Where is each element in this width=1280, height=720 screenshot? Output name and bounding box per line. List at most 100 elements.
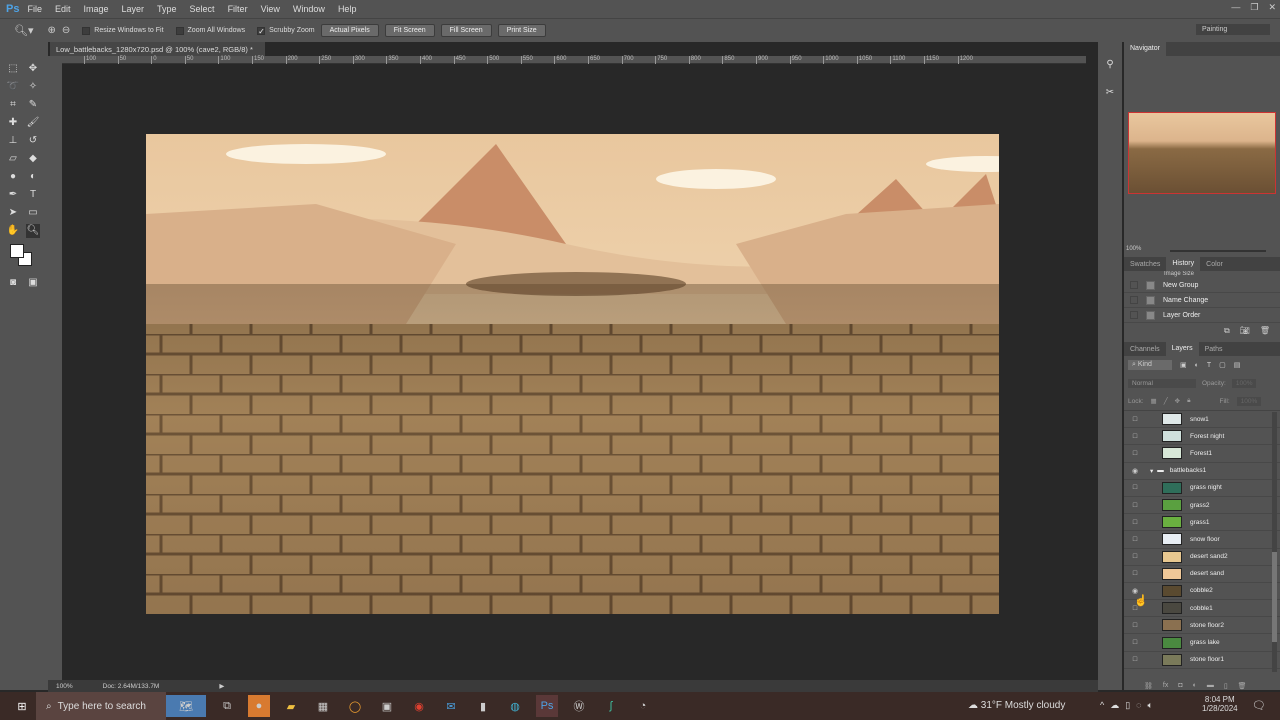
layer-row[interactable]: □ Forest night bbox=[1124, 428, 1280, 446]
visibility-toggle[interactable]: □ bbox=[1130, 656, 1140, 663]
history-item[interactable]: Name Change bbox=[1124, 293, 1280, 308]
actual-pixels-button[interactable]: Actual Pixels bbox=[320, 24, 379, 37]
history-item[interactable]: Layer Order bbox=[1124, 308, 1280, 323]
visibility-toggle[interactable]: □ bbox=[1130, 416, 1140, 423]
lock-position-icon[interactable]: ✥ bbox=[1175, 397, 1180, 405]
app-icon[interactable]: ◔ bbox=[632, 695, 654, 717]
menu-file[interactable]: File bbox=[27, 4, 42, 14]
app-icon[interactable]: ▮ bbox=[472, 695, 494, 717]
status-arrow-icon[interactable]: ▶ bbox=[219, 682, 224, 690]
visibility-toggle[interactable]: □ bbox=[1130, 450, 1140, 457]
zoom-tool-icon[interactable]: 🔍︎▾ bbox=[14, 24, 34, 37]
healing-brush-icon[interactable]: ✚ bbox=[6, 116, 20, 130]
tab-layers[interactable]: Layers bbox=[1165, 342, 1199, 356]
brush-presets-icon[interactable]: ⚲ bbox=[1103, 58, 1117, 72]
mail-icon[interactable]: ✉ bbox=[440, 695, 462, 717]
scrubby-zoom-checkbox[interactable]: ✓ Scrubby Zoom bbox=[257, 26, 315, 35]
screen-mode-icon[interactable]: ▣ bbox=[26, 276, 40, 290]
app-icon[interactable]: ◯ bbox=[344, 695, 366, 717]
tab-color[interactable]: Color bbox=[1200, 261, 1229, 268]
filter-pixel-icon[interactable]: ▣ bbox=[1180, 361, 1187, 369]
stamp-tool-icon[interactable]: ⊥ bbox=[6, 134, 20, 148]
shape-tool-icon[interactable]: ▭ bbox=[26, 206, 40, 220]
hand-tool-icon[interactable]: ✋ bbox=[6, 224, 20, 238]
move-tool-icon[interactable]: ✥ bbox=[26, 62, 40, 76]
eraser-icon[interactable]: ▱ bbox=[6, 152, 20, 166]
adjustment-layer-icon[interactable]: ◐ bbox=[1193, 682, 1197, 690]
task-view-icon[interactable]: ⧉ bbox=[216, 695, 238, 717]
calculator-icon[interactable]: ▦ bbox=[312, 695, 334, 717]
link-layers-icon[interactable]: ⛓ bbox=[1144, 682, 1153, 690]
tab-history[interactable]: History bbox=[1166, 257, 1201, 271]
filter-smart-icon[interactable]: ▤ bbox=[1234, 361, 1241, 369]
tab-paths[interactable]: Paths bbox=[1199, 346, 1229, 353]
menu-select[interactable]: Select bbox=[190, 4, 215, 14]
visibility-toggle[interactable]: □ bbox=[1130, 570, 1140, 577]
new-layer-icon[interactable]: ▯ bbox=[1224, 682, 1228, 690]
layer-row[interactable]: □ grass2 bbox=[1124, 497, 1280, 515]
photoshop-taskbar-icon[interactable]: Ps bbox=[536, 695, 558, 717]
weather[interactable]: ☁ 31°F Mostly cloudy bbox=[968, 700, 1065, 711]
fill-screen-button[interactable]: Fill Screen bbox=[440, 24, 492, 37]
tab-channels[interactable]: Channels bbox=[1124, 346, 1166, 353]
tab-swatches[interactable]: Swatches bbox=[1124, 261, 1166, 268]
filter-adjustment-icon[interactable]: ◐ bbox=[1195, 362, 1199, 369]
menu-filter[interactable]: Filter bbox=[228, 4, 248, 14]
menu-type[interactable]: Type bbox=[157, 4, 177, 14]
layer-row[interactable]: □ stone floor2 bbox=[1124, 617, 1280, 635]
layer-row[interactable]: □ grass1 bbox=[1124, 514, 1280, 532]
visibility-toggle[interactable]: □ bbox=[1130, 622, 1140, 629]
visibility-toggle[interactable]: □ bbox=[1130, 536, 1140, 543]
tab-navigator[interactable]: Navigator bbox=[1124, 42, 1166, 56]
menu-layer[interactable]: Layer bbox=[122, 4, 145, 14]
eye-icon[interactable]: ◉ bbox=[1130, 467, 1140, 475]
path-select-icon[interactable]: ➤ bbox=[6, 206, 20, 220]
zoom-out-icon[interactable]: ⊖ bbox=[62, 25, 70, 36]
filter-shape-icon[interactable]: ▢ bbox=[1219, 361, 1226, 369]
zoom-in-icon[interactable]: ⊕ bbox=[48, 25, 56, 36]
new-group-icon[interactable]: ▬ bbox=[1207, 682, 1214, 690]
brush-tool-icon[interactable]: 🖌︎ bbox=[26, 116, 40, 130]
layers-scrollbar[interactable] bbox=[1272, 412, 1277, 672]
menu-image[interactable]: Image bbox=[84, 4, 109, 14]
system-tray-icons[interactable]: ^☁▯◌🔈︎ bbox=[1100, 700, 1159, 711]
paint-bucket-icon[interactable]: ◆ bbox=[26, 152, 40, 166]
status-zoom[interactable]: 100% bbox=[56, 683, 73, 690]
app-icon[interactable]: ● bbox=[248, 695, 270, 717]
store-icon[interactable]: ▣ bbox=[376, 695, 398, 717]
visibility-toggle[interactable]: □ bbox=[1130, 502, 1140, 509]
print-size-button[interactable]: Print Size bbox=[497, 24, 546, 37]
minimize-icon[interactable]: — bbox=[1231, 2, 1240, 13]
visibility-toggle[interactable]: □ bbox=[1130, 639, 1140, 646]
visibility-toggle[interactable]: □ bbox=[1130, 433, 1140, 440]
visibility-toggle[interactable]: □ bbox=[1130, 484, 1140, 491]
lasso-tool-icon[interactable]: ➰ bbox=[6, 80, 20, 94]
taskbar-search[interactable]: ⌕ Type here to search bbox=[36, 692, 166, 720]
zoom-all-windows-checkbox[interactable]: Zoom All Windows bbox=[175, 26, 245, 35]
dodge-tool-icon[interactable]: ◐ bbox=[26, 170, 40, 184]
tool-presets-icon[interactable]: ✂ bbox=[1103, 86, 1117, 100]
delete-layer-icon[interactable]: 🗑︎ bbox=[1238, 682, 1247, 690]
type-tool-icon[interactable]: T bbox=[26, 188, 40, 202]
notifications-icon[interactable]: 🗨︎ bbox=[1252, 699, 1266, 712]
clock[interactable]: 8:04 PM 1/28/2024 bbox=[1202, 695, 1238, 713]
history-item[interactable]: Image Size bbox=[1124, 271, 1280, 278]
blur-tool-icon[interactable]: ● bbox=[6, 170, 20, 184]
workspace-select[interactable]: Painting bbox=[1196, 24, 1270, 35]
foreground-color-swatch[interactable] bbox=[10, 244, 24, 258]
app-icon[interactable]: ʃ bbox=[600, 695, 622, 717]
navigator-thumbnail[interactable] bbox=[1128, 112, 1276, 194]
menu-edit[interactable]: Edit bbox=[55, 4, 71, 14]
menu-window[interactable]: Window bbox=[293, 4, 325, 14]
opacity-input[interactable]: 100% bbox=[1231, 378, 1257, 388]
marquee-tool-icon[interactable]: ⬚ bbox=[6, 62, 20, 76]
layer-row[interactable]: □ stone floor1 bbox=[1124, 652, 1280, 669]
navigator-zoom-slider[interactable] bbox=[1170, 250, 1266, 252]
lock-image-icon[interactable]: ╱ bbox=[1164, 397, 1168, 405]
eyedropper-icon[interactable]: ✎ bbox=[26, 98, 40, 112]
edge-icon[interactable]: ◍ bbox=[504, 695, 526, 717]
layer-row[interactable]: □ grass night bbox=[1124, 480, 1280, 497]
new-document-from-state-icon[interactable]: ⧉ bbox=[1224, 326, 1230, 335]
layer-row[interactable]: □ desert sand2 bbox=[1124, 549, 1280, 566]
blend-mode-select[interactable]: Normal bbox=[1128, 378, 1196, 388]
